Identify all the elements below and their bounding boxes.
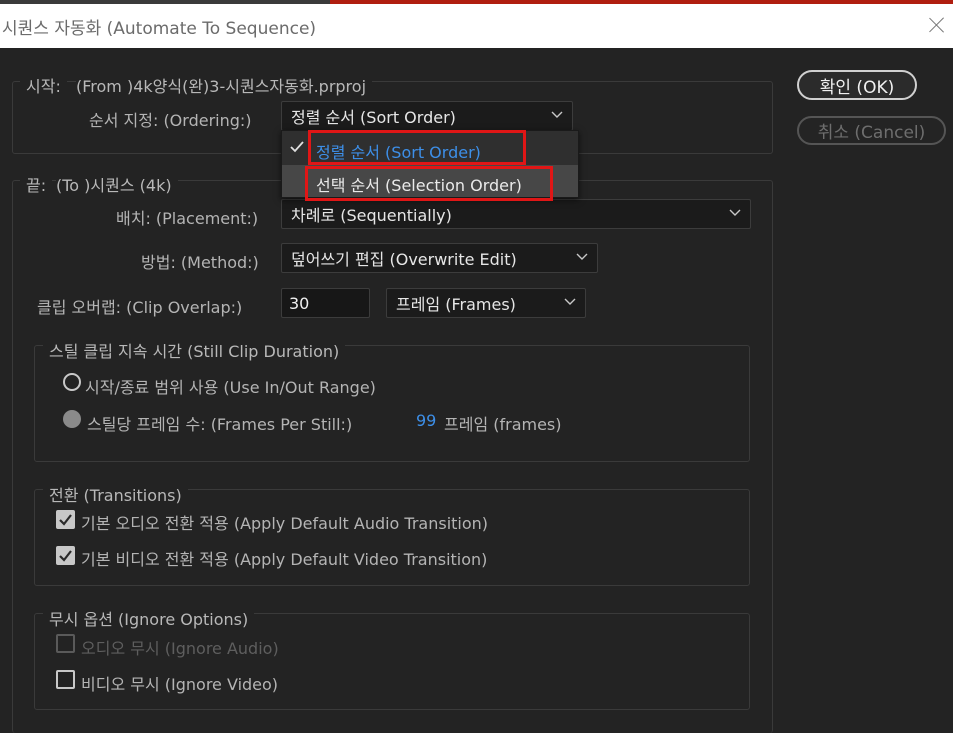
ignore-video-checkbox[interactable] [56,670,75,689]
ignore-options-title: 무시 옵션 (Ignore Options) [43,606,255,630]
placement-value: 차례로 (Sequentially) [291,206,452,225]
method-dropdown[interactable]: 덮어쓰기 편집 (Overwrite Edit) [281,243,598,273]
frames-per-still-label[interactable]: 스틸당 프레임 수: (Frames Per Still:) [87,411,352,435]
checkmark-icon [290,141,304,153]
from-value: (From )4k양식(완)3-시퀀스자동화.prproj [76,73,373,97]
clip-overlap-unit-dropdown[interactable]: 프레임 (Frames) [386,288,586,318]
highlight-box-sort-order [308,130,526,165]
cancel-label: 취소 (Cancel) [817,123,926,143]
still-clip-title: 스틸 클립 지속 시간 (Still Clip Duration) [43,338,346,362]
clip-overlap-unit: 프레임 (Frames) [396,295,516,314]
ignore-video-label[interactable]: 비디오 무시 (Ignore Video) [81,671,278,695]
transitions-title: 전환 (Transitions) [43,482,188,506]
ignore-audio-checkbox[interactable] [56,634,75,653]
close-icon[interactable] [927,13,947,37]
ordering-label: 순서 지정: (Ordering:) [89,111,252,130]
use-in-out-label[interactable]: 시작/종료 범위 사용 (Use In/Out Range) [85,374,376,398]
ordering-dropdown[interactable]: 정렬 순서 (Sort Order) [281,101,573,131]
frames-unit-label: 프레임 (frames) [444,415,562,434]
window-title: 시퀀스 자동화 (Automate To Sequence) [2,18,317,39]
audio-transition-checkbox[interactable] [56,510,75,529]
method-label: 방법: (Method:) [141,253,259,272]
highlight-box-selection-order [305,166,553,201]
ignore-audio-label[interactable]: 오디오 무시 (Ignore Audio) [81,635,279,659]
clip-overlap-value: 30 [289,293,310,313]
still-clip-group [34,345,750,462]
checkmark-icon [59,550,72,562]
placement-dropdown[interactable]: 차례로 (Sequentially) [281,199,751,229]
clip-overlap-label: 클립 오버랩: (Clip Overlap:) [37,298,243,317]
frames-per-still-radio[interactable] [63,410,81,428]
cancel-button[interactable]: 취소 (Cancel) [797,116,946,145]
to-label: 끝: [20,172,53,196]
title-bar: 시퀀스 자동화 (Automate To Sequence) [0,4,953,48]
clip-overlap-input[interactable]: 30 [281,288,370,318]
frames-per-still-value[interactable]: 99 [416,411,436,430]
video-transition-checkbox[interactable] [56,546,75,565]
ordering-value: 정렬 순서 (Sort Order) [291,108,456,127]
ok-label: 확인 (OK) [819,77,895,98]
video-transition-label[interactable]: 기본 비디오 전환 적용 (Apply Default Video Transi… [81,546,487,570]
chevron-down-icon [551,111,563,118]
from-label: 시작: [20,73,67,97]
audio-transition-label[interactable]: 기본 오디오 전환 적용 (Apply Default Audio Transi… [81,510,488,534]
chevron-down-icon [576,253,588,260]
placement-label: 배치: (Placement:) [116,209,259,228]
use-in-out-radio[interactable] [63,373,81,391]
checkmark-icon [59,514,72,526]
method-value: 덮어쓰기 편집 (Overwrite Edit) [291,250,517,269]
to-value: (To )시퀀스 (4k) [56,172,178,196]
chevron-down-icon [729,209,741,216]
chevron-down-icon [564,298,576,305]
ok-button[interactable]: 확인 (OK) [797,70,917,100]
